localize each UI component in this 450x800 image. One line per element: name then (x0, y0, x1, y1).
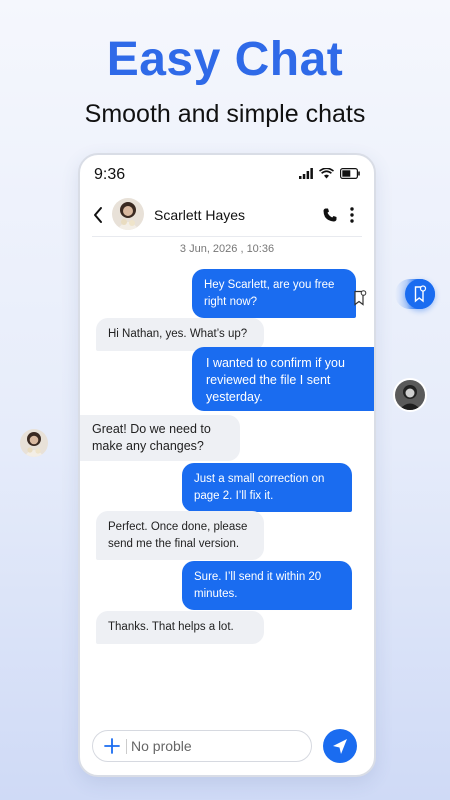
status-time: 9:36 (94, 166, 126, 183)
contact-name[interactable]: Scarlett Hayes (154, 207, 245, 223)
promo-subline: Smooth and simple chats (84, 100, 366, 128)
message-incoming[interactable]: Perfect. Once done, please send me the f… (96, 511, 264, 560)
signal-icon (299, 168, 313, 179)
vertical-dots-icon[interactable] (348, 206, 356, 224)
message-incoming[interactable]: Great! Do we need to make any changes? (80, 415, 240, 461)
message-input[interactable] (131, 735, 301, 757)
send-button[interactable] (323, 729, 357, 763)
phone-frame: 9:36 Scarlett Hayes 3 Jun, 2026 , 10:36 … (78, 153, 376, 777)
message-incoming[interactable]: Hi Nathan, yes. What’s up? (96, 318, 264, 351)
message-incoming[interactable]: Thanks. That helps a lot. (96, 611, 264, 644)
message-composer (92, 730, 312, 762)
composer-divider (126, 739, 127, 754)
date-separator: 3 Jun, 2026 , 10:36 (179, 243, 275, 255)
wifi-icon (319, 168, 334, 179)
contact-avatar-small[interactable] (20, 429, 48, 457)
phone-icon[interactable] (322, 207, 338, 223)
message-outgoing[interactable]: Sure. I’ll send it within 20 minutes. (182, 561, 352, 610)
bookmark-icon[interactable] (353, 290, 367, 306)
message-outgoing[interactable]: Just a small correction on page 2. I’ll … (182, 463, 352, 512)
send-icon (333, 739, 347, 754)
promo-headline: Easy Chat (106, 33, 344, 86)
battery-icon (340, 168, 360, 179)
chevron-left-icon[interactable] (90, 204, 108, 226)
contact-avatar[interactable] (112, 198, 144, 230)
sender-avatar[interactable] (393, 378, 427, 412)
message-outgoing[interactable]: I wanted to confirm if you reviewed the … (192, 347, 374, 411)
header-divider (92, 236, 362, 237)
bookmark-icon (414, 285, 427, 303)
chat-header: Scarlett Hayes (80, 195, 374, 237)
bookmark-button[interactable] (405, 279, 435, 309)
plus-icon[interactable] (103, 737, 121, 755)
status-bar: 9:36 (80, 155, 374, 195)
message-outgoing[interactable]: Hey Scarlett, are you free right now? (192, 269, 356, 318)
